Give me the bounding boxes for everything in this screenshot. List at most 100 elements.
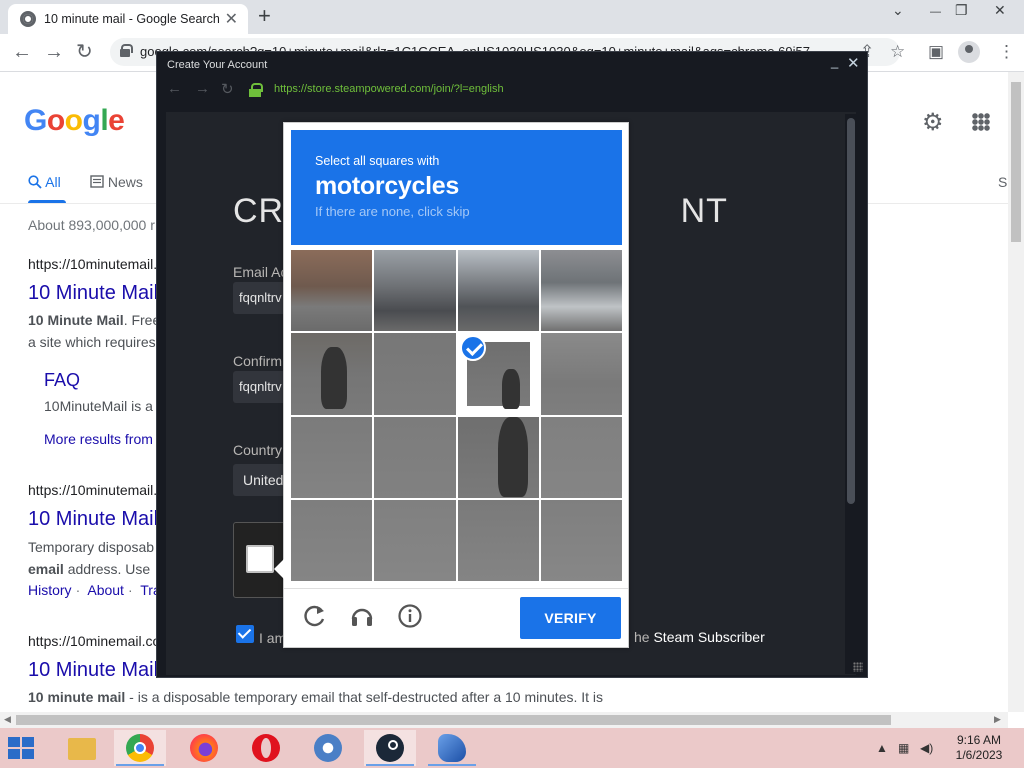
challenge-tile[interactable] [540,250,622,332]
result-url[interactable]: https://10minutemail. [28,482,157,498]
tab-all[interactable]: All [28,174,61,190]
scrollbar-thumb[interactable] [1011,82,1021,242]
network-icon[interactable]: ▦ [898,741,909,755]
system-clock[interactable]: 9:16 AM 1/6/2023 [948,733,1010,763]
sitelink-snippet: 10MinuteMail is a [44,398,153,414]
page-vertical-scrollbar[interactable] [1008,72,1024,712]
challenge-tile[interactable] [291,250,373,332]
news-icon [90,175,104,188]
steam-scrollbar[interactable] [845,114,857,674]
forward-button[interactable]: → [44,40,64,64]
confirm-email-label: Confirm [233,353,283,369]
result-link[interactable]: About [87,582,124,598]
challenge-tile[interactable] [457,333,539,415]
resize-grip[interactable] [853,662,863,672]
challenge-tile[interactable] [457,499,539,581]
challenge-tile[interactable] [540,416,622,498]
tile-image [540,416,622,498]
back-button[interactable]: ← [12,40,32,64]
opera-icon[interactable] [240,730,292,766]
tile-image [291,499,373,581]
result-url[interactable]: https://10minemail.co [28,633,160,649]
tab-close-icon[interactable]: ✕ [225,9,238,29]
restore-button[interactable]: ❐ [955,2,968,19]
tab-title: 10 minute mail - Google Search [44,12,220,26]
search-icon [28,175,42,189]
settings-gear-icon[interactable]: ⚙ [922,108,944,137]
challenge-tile[interactable] [291,416,373,498]
volume-icon[interactable]: ◀) [920,741,933,755]
tile-image [540,333,622,415]
tab-strip: 10 minute mail - Google Search ✕ + ⌄ — ❐… [0,0,1024,34]
forward-icon[interactable]: → [195,80,210,97]
more-results-link[interactable]: More results from [44,431,153,447]
challenge-hint: If there are none, click skip [315,204,470,219]
scrollbar-thumb[interactable] [847,118,855,504]
challenge-tile[interactable] [457,250,539,332]
challenge-tile[interactable] [374,499,456,581]
lock-icon[interactable] [120,44,133,57]
challenge-tile[interactable] [291,333,373,415]
tile-image [374,416,456,498]
minimize-button[interactable]: — [930,6,941,18]
close-button[interactable]: ✕ [847,54,860,72]
tab-overflow[interactable]: S [998,174,1007,190]
reload-icon[interactable] [302,603,328,629]
back-icon[interactable]: ← [167,80,182,97]
tile-image [540,499,622,581]
firefox-icon[interactable] [178,730,230,766]
steam-url: https://store.steampowered.com/join/?l=e… [274,83,504,95]
country-label: Country [233,442,283,458]
challenge-tile[interactable] [540,499,622,581]
menu-kebab-icon[interactable]: ⋮ [998,42,1015,62]
tab-search-icon[interactable]: ⌄ [892,2,904,19]
challenge-tile[interactable] [291,499,373,581]
windows-start-icon[interactable] [8,737,36,759]
recaptcha-challenge: Select all squares with motorcycles If t… [274,122,629,648]
scroll-left-icon[interactable]: ◀ [4,714,11,725]
reload-icon[interactable]: ↻ [221,80,234,98]
challenge-tile[interactable] [374,333,456,415]
agree-checkbox[interactable] [236,625,254,643]
result-title[interactable]: 10 Minute Mail [28,659,158,682]
result-snippet-line2: a site which requires [28,334,156,350]
tile-image [291,416,373,498]
profile-avatar[interactable] [958,41,980,63]
scroll-right-icon[interactable]: ▶ [994,714,1001,725]
result-snippet: 10 minute mail - is a disposable tempora… [28,689,604,705]
chrome-icon[interactable] [114,730,166,766]
subscriber-agreement-text[interactable]: he Steam Subscriber [634,629,765,645]
result-title[interactable]: 10 Minute Mail [28,282,158,305]
scrollbar-thumb[interactable] [16,715,891,725]
challenge-tile[interactable] [374,416,456,498]
info-icon[interactable] [397,603,423,629]
verify-button[interactable]: VERIFY [520,597,621,639]
file-explorer-icon[interactable] [56,730,108,766]
challenge-tile[interactable] [457,416,539,498]
result-link[interactable]: History [28,582,72,598]
recaptcha-checkbox[interactable] [246,545,274,573]
result-url[interactable]: https://10minutemail. [28,256,157,272]
result-title[interactable]: 10 Minute Mail [28,508,158,531]
result-snippet: 10 Minute Mail. Free [28,312,161,328]
close-window-button[interactable]: ✕ [994,2,1006,19]
tab-news[interactable]: News [90,174,143,190]
minimize-button[interactable]: _ [831,54,838,69]
app-icon[interactable] [302,730,354,766]
audio-icon[interactable] [349,603,375,629]
browser-tab[interactable]: 10 minute mail - Google Search ✕ [8,4,248,34]
apps-grid-icon[interactable] [972,113,990,131]
steam-icon[interactable] [364,730,416,766]
google-logo[interactable]: Google [24,104,125,138]
ship-icon[interactable] [426,730,478,766]
active-tab-indicator [28,200,66,203]
side-panel-icon[interactable]: ▣ [928,42,944,62]
show-hidden-icons[interactable]: ▲ [876,741,888,755]
reload-button[interactable]: ↻ [76,40,93,64]
sitelink-title[interactable]: FAQ [44,370,80,391]
challenge-tile[interactable] [540,333,622,415]
challenge-tile[interactable] [374,250,456,332]
page-horizontal-scrollbar[interactable]: ◀ ▶ [0,712,1008,728]
new-tab-button[interactable]: + [258,4,271,28]
bookmark-star-icon[interactable]: ☆ [890,42,905,62]
